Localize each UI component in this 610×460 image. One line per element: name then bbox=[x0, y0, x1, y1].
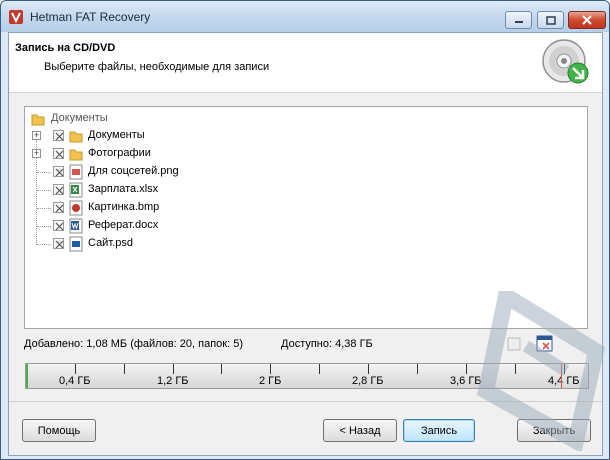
scale-tick bbox=[173, 364, 174, 374]
scale-tick bbox=[221, 364, 222, 374]
tree-item-bmp-file[interactable]: Картинка.bmp bbox=[25, 199, 225, 217]
tree-item-docx-file[interactable]: Реферат.docx bbox=[25, 217, 225, 235]
scale-tick bbox=[417, 364, 418, 374]
page-subtitle: Выберите файлы, необходимые для записи bbox=[44, 61, 270, 73]
scale-tick-label: 2 ГБ bbox=[259, 375, 282, 387]
write-button[interactable]: Запись bbox=[403, 419, 475, 442]
word-file-icon bbox=[69, 218, 83, 234]
scale-tick bbox=[319, 364, 320, 374]
check-icon bbox=[55, 186, 64, 195]
help-button[interactable]: Помощь bbox=[22, 419, 96, 442]
check-icon bbox=[55, 240, 64, 249]
checkbox[interactable] bbox=[53, 148, 64, 159]
remove-files-icon[interactable] bbox=[536, 335, 554, 353]
checkbox[interactable] bbox=[53, 202, 64, 213]
app-window: Hetman FAT Recovery Запись на CD/DVD Выб… bbox=[0, 0, 610, 460]
tree-item-label: Для соцсетей.png bbox=[88, 165, 179, 177]
app-logo-icon bbox=[9, 10, 23, 24]
added-status: Добавлено: 1,08 МБ (файлов: 20, папок: 5… bbox=[24, 338, 243, 350]
page-title: Запись на CD/DVD bbox=[15, 42, 116, 54]
checkbox[interactable] bbox=[53, 220, 64, 231]
tree-item-label: Реферат.docx bbox=[88, 219, 159, 231]
scale-tick-label: 0,4 ГБ bbox=[59, 375, 91, 387]
tree-item-xlsx-file[interactable]: Зарплата.xlsx bbox=[25, 181, 225, 199]
scale-tick-label: 1,2 ГБ bbox=[157, 375, 189, 387]
checkbox[interactable] bbox=[53, 130, 64, 141]
check-icon bbox=[55, 204, 64, 213]
maximize-icon bbox=[545, 15, 556, 25]
tree-item-label: Зарплата.xlsx bbox=[88, 183, 159, 195]
scale-tick bbox=[270, 364, 271, 374]
minimize-icon bbox=[514, 21, 523, 23]
scale-tick-label: 3,6 ГБ bbox=[450, 375, 482, 387]
maximize-button[interactable] bbox=[537, 11, 564, 29]
tree-item-label: Фотографии bbox=[88, 147, 151, 159]
folder-icon bbox=[69, 131, 83, 143]
check-icon bbox=[55, 132, 64, 141]
bmp-file-icon bbox=[69, 200, 83, 216]
checkbox[interactable] bbox=[53, 166, 64, 177]
expand-icon[interactable]: + bbox=[32, 149, 41, 158]
tree-root[interactable]: Документы bbox=[31, 110, 151, 128]
available-status: Доступно: 4,38 ГБ bbox=[281, 338, 373, 350]
scale-tick bbox=[515, 364, 516, 374]
tree-item-label: Документы bbox=[88, 129, 145, 141]
scale-tick-label: 2,8 ГБ bbox=[352, 375, 384, 387]
close-icon bbox=[582, 15, 592, 25]
title-bar[interactable]: Hetman FAT Recovery bbox=[1, 1, 609, 32]
folder-icon bbox=[69, 149, 83, 161]
minimize-button[interactable] bbox=[505, 11, 532, 29]
close-button[interactable]: Закрыть bbox=[517, 419, 591, 442]
png-file-icon bbox=[69, 164, 83, 180]
tree-item-label: Картинка.bmp bbox=[88, 201, 160, 213]
footer-divider bbox=[9, 401, 602, 402]
wizard-header: Запись на CD/DVD Выберите файлы, необход… bbox=[9, 33, 602, 93]
tree-item-label: Сайт.psd bbox=[88, 237, 133, 249]
tree-item-documents[interactable]: + Документы bbox=[25, 127, 225, 145]
window-title: Hetman FAT Recovery bbox=[30, 10, 151, 24]
excel-file-icon bbox=[69, 182, 83, 198]
wizard-page: Запись на CD/DVD Выберите файлы, необход… bbox=[8, 32, 603, 456]
add-files-icon[interactable] bbox=[506, 335, 524, 353]
used-space-bar bbox=[26, 364, 28, 388]
scale-tick bbox=[368, 364, 369, 374]
tree-item-photos[interactable]: + Фотографии bbox=[25, 145, 225, 163]
check-icon bbox=[55, 150, 64, 159]
disc-capacity-scale: 0,4 ГБ 1,2 ГБ 2 ГБ 2,8 ГБ 3,6 ГБ 4,4 ГБ bbox=[25, 363, 589, 389]
tree-root-label: Документы bbox=[51, 112, 108, 124]
scale-tick-label: 4,4 ГБ bbox=[548, 375, 580, 387]
tree-item-psd-file[interactable]: Сайт.psd bbox=[25, 235, 225, 253]
back-button[interactable]: < Назад bbox=[323, 419, 397, 442]
checkbox[interactable] bbox=[53, 238, 64, 249]
cd-disc-icon bbox=[542, 39, 589, 84]
check-icon bbox=[55, 168, 64, 177]
disc-limit-marker bbox=[561, 364, 562, 388]
close-window-button[interactable] bbox=[568, 11, 606, 29]
scale-tick bbox=[75, 364, 76, 374]
expand-icon[interactable]: + bbox=[32, 131, 41, 140]
file-tree[interactable]: Документы + Документы + Фотографии Для с… bbox=[24, 106, 588, 329]
scale-tick bbox=[466, 364, 467, 374]
psd-file-icon bbox=[69, 236, 83, 252]
tree-item-png-file[interactable]: Для соцсетей.png bbox=[25, 163, 225, 181]
scale-tick bbox=[124, 364, 125, 374]
folder-icon bbox=[31, 114, 45, 126]
check-icon bbox=[55, 222, 64, 231]
scale-tick bbox=[564, 364, 565, 374]
checkbox[interactable] bbox=[53, 184, 64, 195]
